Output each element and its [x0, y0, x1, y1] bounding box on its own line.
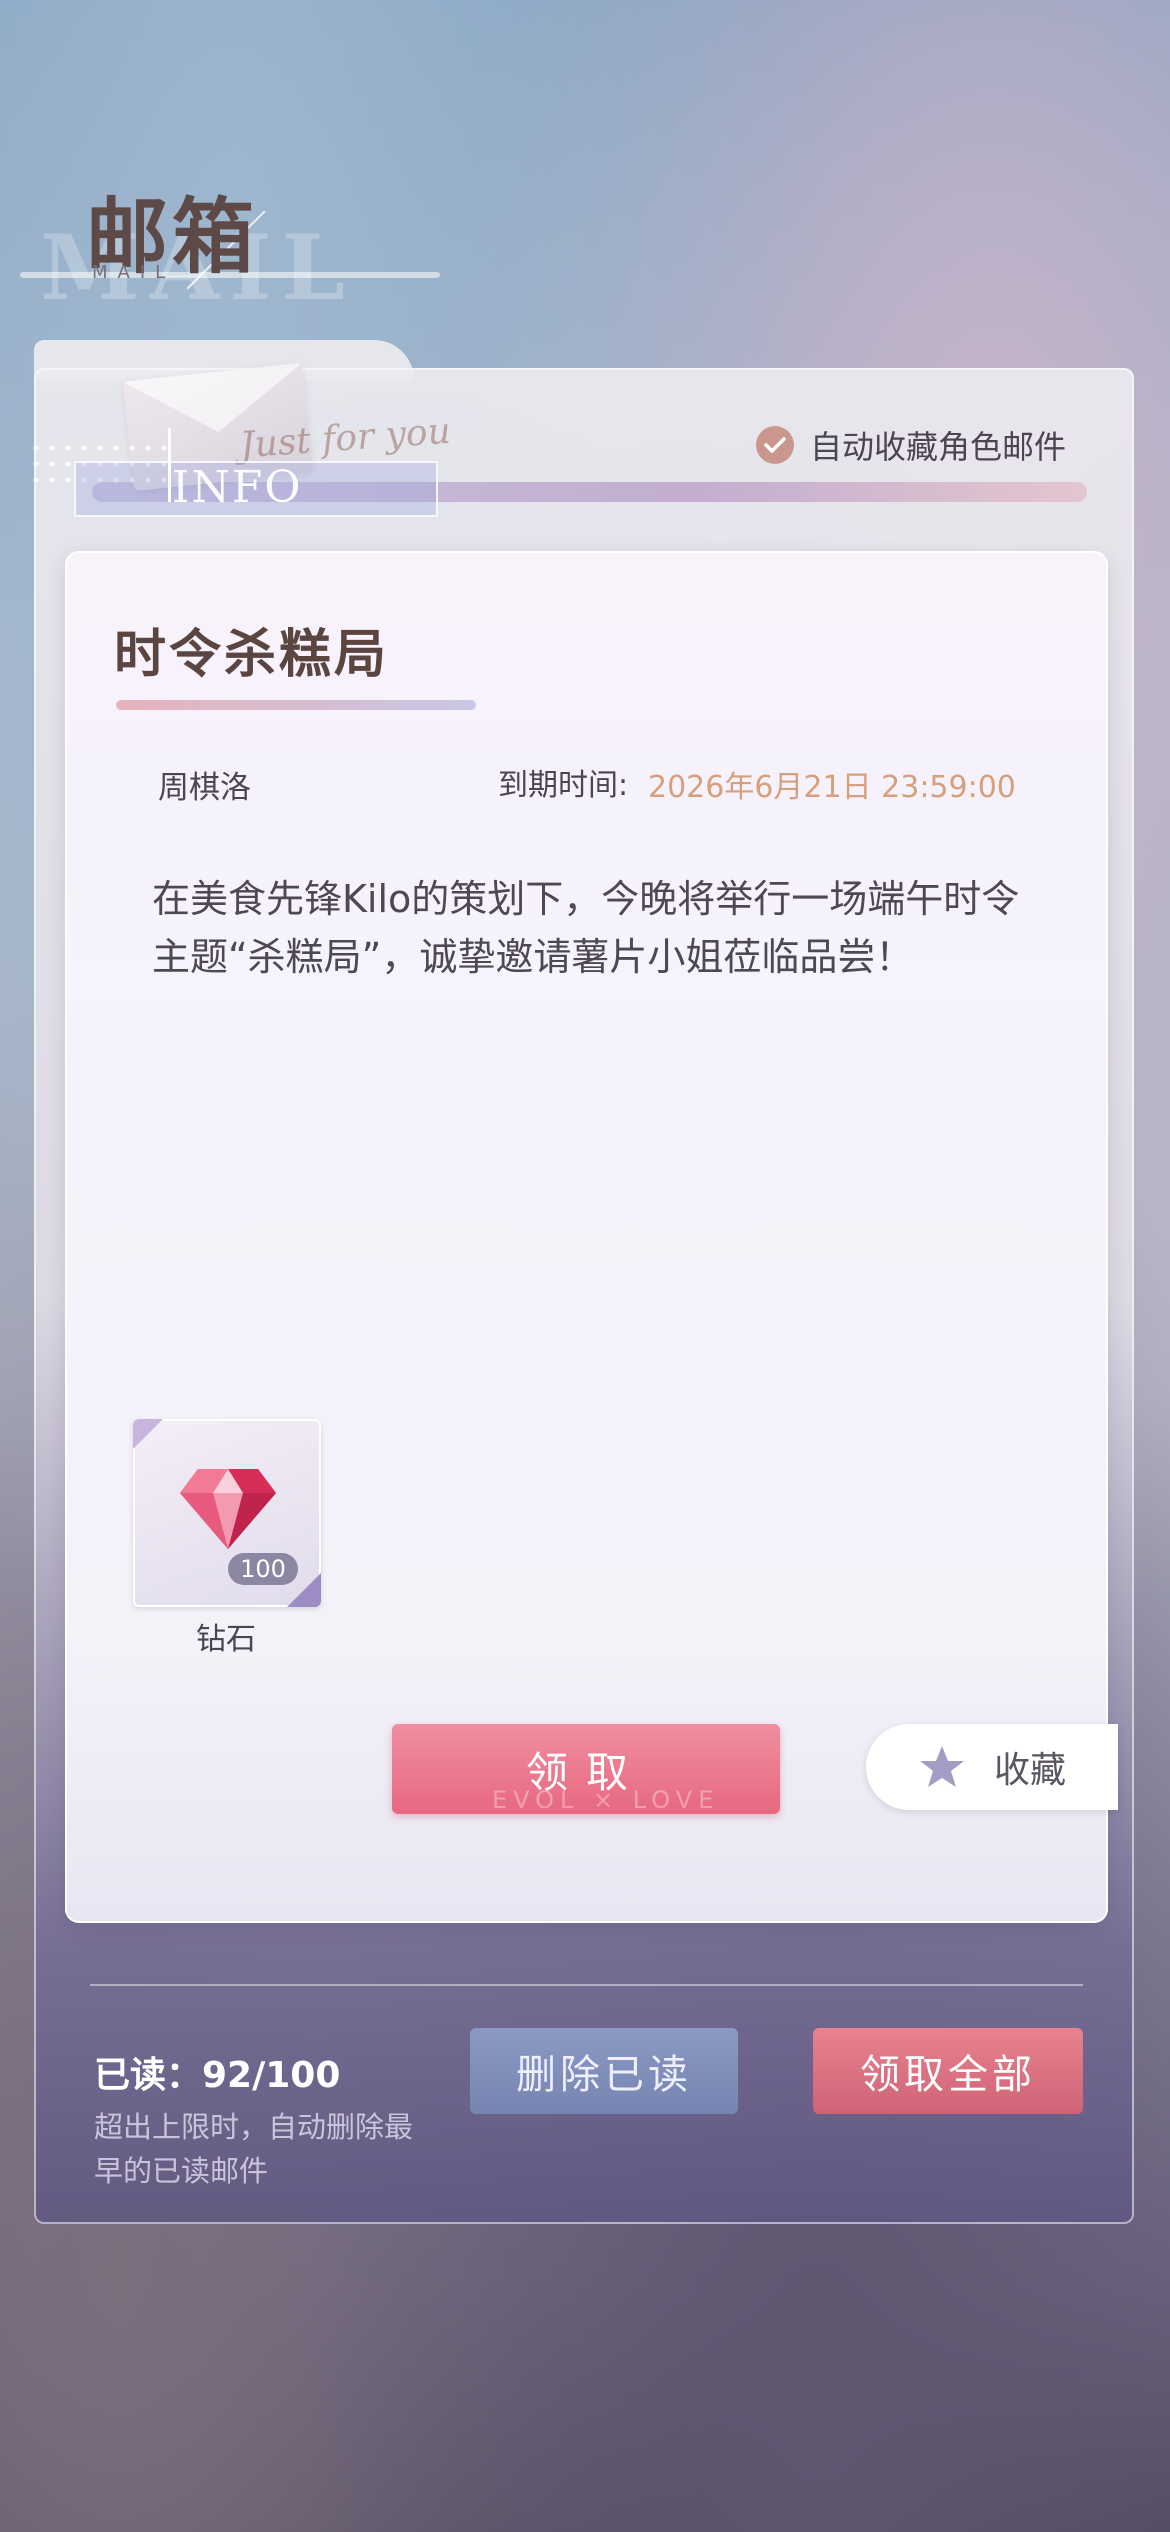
- reward-name: 钻石: [196, 1622, 256, 1657]
- star-icon: [920, 1746, 964, 1787]
- expire-label: 到期时间:: [498, 768, 629, 803]
- mail-sender: 周棋洛: [158, 770, 251, 806]
- reward-count-badge: 100: [228, 1553, 298, 1585]
- claim-all-button[interactable]: 领取全部: [813, 2028, 1083, 2114]
- auto-favorite-checkbox[interactable]: [756, 426, 794, 464]
- info-label: INFO: [172, 462, 303, 513]
- favorite-button-label: 收藏: [994, 1750, 1067, 1791]
- favorite-button[interactable]: 收藏: [866, 1724, 1118, 1810]
- expire-value: 2026年6月21日 23:59:00: [648, 770, 1016, 805]
- info-cursor: [168, 428, 171, 502]
- mail-title: 时令杀糕局: [114, 624, 390, 685]
- diamond-icon: [180, 1469, 276, 1549]
- delete-read-label: 删除已读: [516, 2052, 692, 2098]
- footer-divider: [90, 1984, 1083, 1986]
- read-limit-note: 超出上限时，自动删除最早的已读邮件: [94, 2110, 414, 2188]
- checkmark-icon: [764, 437, 786, 453]
- title-underline: [116, 700, 476, 710]
- mail-detail-card: [65, 551, 1108, 1923]
- mail-body: 在美食先锋Kilo的策划下，今晚将举行一场端午时令主题“杀糕局”，诚挚邀请薯片小…: [152, 877, 1020, 979]
- page-subtitle: MAIL: [92, 262, 176, 283]
- auto-favorite-label[interactable]: 自动收藏角色邮件: [810, 422, 1066, 468]
- read-count: 已读：92/100: [94, 2055, 341, 2096]
- claim-all-label: 领取全部: [860, 2052, 1036, 2098]
- delete-read-button[interactable]: 删除已读: [470, 2028, 738, 2114]
- reward-corner-top: [133, 1419, 163, 1449]
- claim-button-subtext: EVOL × LOVE: [492, 1786, 720, 1814]
